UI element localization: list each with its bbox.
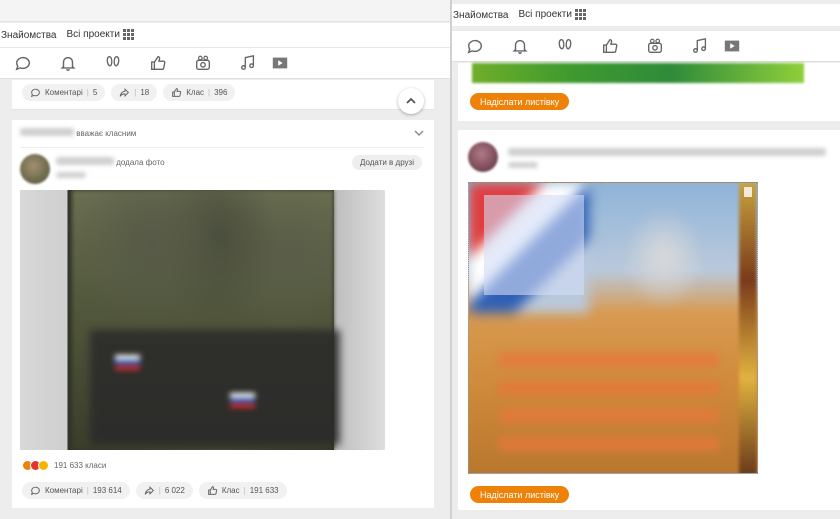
like-icon	[172, 88, 182, 97]
post-header: вважає класним	[20, 128, 424, 148]
guests-icon	[558, 39, 571, 50]
gift-camera-icon	[647, 38, 662, 53]
gifts-button[interactable]	[632, 31, 677, 61]
message-icon	[30, 88, 40, 98]
chevron-up-icon	[406, 97, 416, 104]
left-panel: Знайомства Всі проекти Коментарі | 5 | 18 К…	[0, 0, 450, 519]
bell-icon	[59, 56, 76, 71]
post-card-1: Коментарі | 5 | 18 Клас | 396	[12, 80, 434, 114]
share-button[interactable]: | 18	[111, 84, 158, 101]
avatar[interactable]	[468, 142, 498, 172]
add-friend-button[interactable]: Додати в друзі	[351, 155, 422, 170]
nav-all-projects-link[interactable]: Всі проекти	[67, 29, 134, 41]
music-button[interactable]	[225, 48, 270, 78]
grid-icon	[574, 9, 586, 21]
greeting-card-image[interactable]	[472, 63, 804, 83]
guests-button[interactable]	[542, 31, 587, 61]
avatar[interactable]	[20, 154, 50, 184]
send-card-button[interactable]: Надіслати листівку	[470, 486, 570, 503]
likes-count: 191 633	[249, 486, 279, 495]
like-icon	[150, 56, 165, 70]
video-button[interactable]	[722, 31, 742, 61]
like-button[interactable]: Клас | 396	[163, 84, 236, 101]
toolbar	[0, 47, 450, 79]
greeting-card-image[interactable]	[468, 182, 758, 474]
likes-label: Клас	[221, 486, 240, 495]
chevron-down-icon[interactable]	[414, 128, 424, 138]
greeting-card-post-1: Надіслати листівку	[458, 63, 840, 121]
nav-dating-link[interactable]: Знайомства	[1, 30, 57, 41]
events-button[interactable]	[135, 48, 180, 78]
message-icon	[15, 56, 30, 71]
post-author-line[interactable]	[508, 148, 826, 156]
comments-label: Коментарі	[45, 486, 83, 495]
comments-label: Коментарі	[45, 88, 83, 97]
reactions-row[interactable]: 191 633 класи	[22, 460, 106, 471]
post-card-2: вважає класним додала фото Додати в друз…	[12, 120, 434, 508]
author-name[interactable]	[56, 157, 114, 165]
like-button[interactable]: Клас | 191 633	[198, 482, 287, 499]
comments-button[interactable]: Коментарі | 193 614	[22, 482, 130, 499]
likes-label: Клас	[186, 88, 205, 97]
gifts-button[interactable]	[180, 48, 225, 78]
comments-count: 193 614	[92, 486, 122, 495]
post-photo[interactable]	[20, 190, 385, 450]
comments-count: 5	[92, 88, 98, 97]
grid-icon	[122, 29, 134, 41]
messages-button[interactable]	[0, 48, 45, 78]
messages-button[interactable]	[452, 31, 497, 61]
gift-camera-icon	[195, 55, 210, 70]
send-card-button[interactable]: Надіслати листівку	[470, 93, 570, 110]
like-icon	[207, 486, 217, 495]
header-action-text: вважає класним	[76, 129, 137, 138]
shares-count: 18	[140, 88, 150, 97]
reaction-sad-icon	[38, 460, 49, 471]
guests-icon	[106, 56, 119, 67]
scroll-up-button[interactable]	[398, 88, 424, 114]
music-icon	[240, 54, 254, 70]
share-icon	[119, 88, 130, 97]
post-time	[56, 172, 86, 178]
music-button[interactable]	[677, 31, 722, 61]
likes-count: 396	[214, 88, 228, 97]
nav-dating-link[interactable]: Знайомства	[453, 10, 509, 21]
notifications-button[interactable]	[45, 48, 90, 78]
video-icon	[724, 40, 740, 52]
share-icon	[144, 486, 154, 495]
message-icon	[30, 486, 40, 496]
toolbar	[452, 30, 840, 62]
top-nav: Знайомства Всі проекти	[0, 23, 450, 47]
bookmark-icon[interactable]	[744, 187, 752, 197]
guests-button[interactable]	[90, 48, 135, 78]
right-panel: Знайомства Всі проекти Надіслати листівк…	[450, 0, 840, 519]
share-button[interactable]: | 6 022	[135, 482, 193, 499]
comments-button[interactable]: Коментарі | 5	[22, 84, 106, 101]
message-icon	[467, 39, 482, 54]
video-button[interactable]	[270, 48, 290, 78]
music-icon	[692, 37, 706, 53]
events-button[interactable]	[587, 31, 632, 61]
post-time	[508, 162, 538, 168]
greeting-card-post-2: Надіслати листівку	[458, 130, 840, 510]
like-icon	[602, 39, 617, 53]
bell-icon	[511, 39, 528, 54]
shares-count: 6 022	[164, 486, 185, 495]
liker-name	[20, 128, 74, 136]
author-action-text: додала фото	[116, 158, 165, 167]
nav-all-projects-link[interactable]: Всі проекти	[519, 9, 586, 21]
reactions-count: 191 633 класи	[54, 461, 107, 470]
video-icon	[272, 57, 288, 69]
top-nav: Знайомства Всі проекти	[452, 4, 840, 26]
notifications-button[interactable]	[497, 31, 542, 61]
